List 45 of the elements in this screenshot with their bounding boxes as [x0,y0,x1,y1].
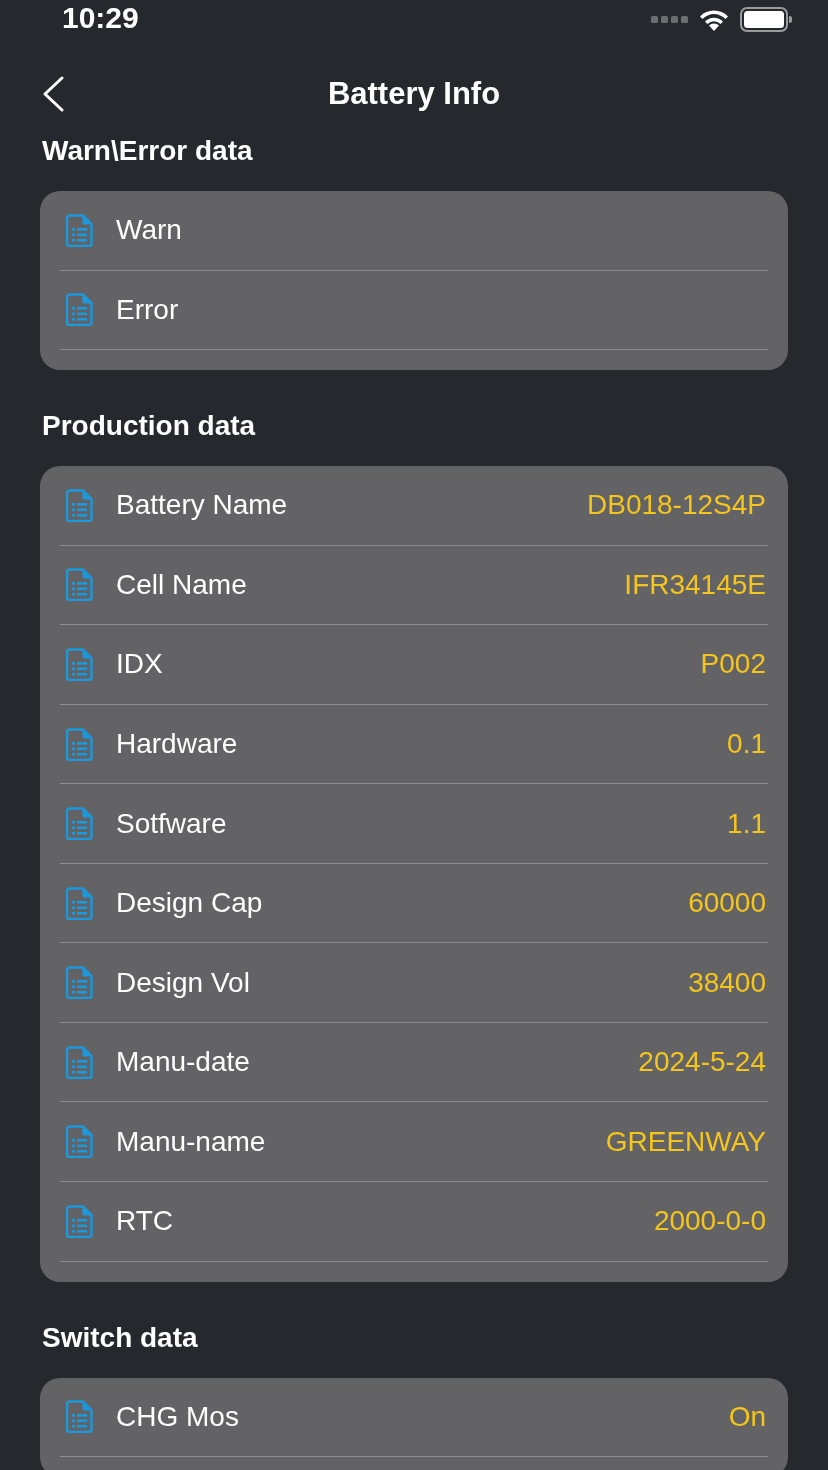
row-value: 60000 [688,886,766,921]
row-label: Manu-name [116,1124,266,1159]
document-list-icon [66,293,93,327]
row-label: IDX [116,647,163,682]
row-label: RTC [116,1204,174,1239]
document-list-icon [66,807,93,841]
screen-title: Battery Info [327,75,501,113]
row-label: Battery Name [116,488,288,523]
status-time: 10:29 [62,0,139,36]
section-title: Switch data [41,1320,198,1355]
row-label: Hardware [116,727,238,761]
row-value: GREENWAY [605,1124,766,1159]
section-title: Production data [41,409,256,444]
document-list-icon [66,886,93,920]
row-value: IFR34145E [624,567,766,602]
row-label: CHG Mos [116,1399,239,1434]
document-list-icon [66,1045,93,1079]
document-list-icon [66,213,93,247]
row-value: 38400 [688,965,766,1000]
row-value: DB018-12S4P [587,488,766,523]
row-label: Design Vol [116,965,250,1000]
battery-icon [740,6,792,32]
document-list-icon [66,966,93,1000]
row-label: Error [116,292,179,327]
row-value: 0.1 [727,727,766,761]
section-title: Warn\Error data [41,134,253,168]
document-list-icon [66,647,93,681]
signal-dots-icon [651,15,688,23]
row-label: Warn [116,213,182,248]
document-list-icon [66,1400,93,1434]
document-list-icon [66,568,93,602]
row-label: Manu-date [116,1045,250,1080]
back-icon [42,76,64,112]
row-value: 1.1 [727,806,766,841]
row-value: P002 [700,647,766,682]
document-list-icon [66,488,93,522]
row-value: 2024-5-24 [638,1045,766,1080]
row-label: Cell Name [116,567,247,602]
document-list-icon [66,1125,93,1159]
row-label: Design Cap [116,886,263,921]
document-list-icon [66,1204,93,1238]
row-value: On [728,1399,766,1434]
row-value: 2000-0-0 [653,1204,766,1239]
document-list-icon [66,727,93,761]
row-label: Sotfware [116,806,227,841]
